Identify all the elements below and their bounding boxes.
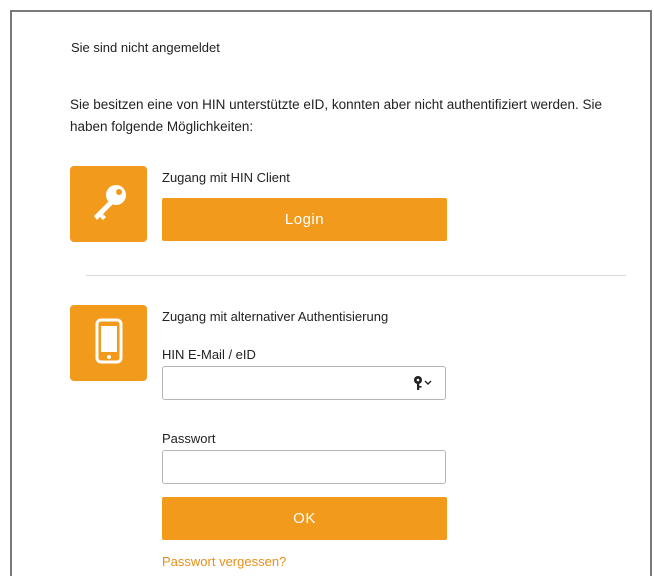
section-divider <box>86 275 626 276</box>
phone-tile <box>70 305 147 381</box>
password-label: Passwort <box>162 431 216 446</box>
forgot-password-link[interactable]: Passwort vergessen? <box>162 554 286 569</box>
key-tile <box>70 166 147 242</box>
key-dropdown-icon[interactable] <box>410 372 436 394</box>
email-label: HIN E-Mail / eID <box>162 347 256 362</box>
login-button[interactable]: Login <box>162 198 447 241</box>
key-icon <box>86 179 132 230</box>
page-heading: Sie sind nicht angemeldet <box>71 40 220 55</box>
intro-text: Sie besitzen eine von HIN unterstützte e… <box>70 97 603 134</box>
email-input[interactable] <box>162 366 446 400</box>
password-input[interactable] <box>162 450 446 484</box>
smartphone-icon <box>94 318 124 369</box>
alt-section-title: Zugang mit alternativer Authentisierung <box>162 309 389 324</box>
ok-button[interactable]: OK <box>162 497 447 540</box>
client-section-title: Zugang mit HIN Client <box>162 170 290 185</box>
